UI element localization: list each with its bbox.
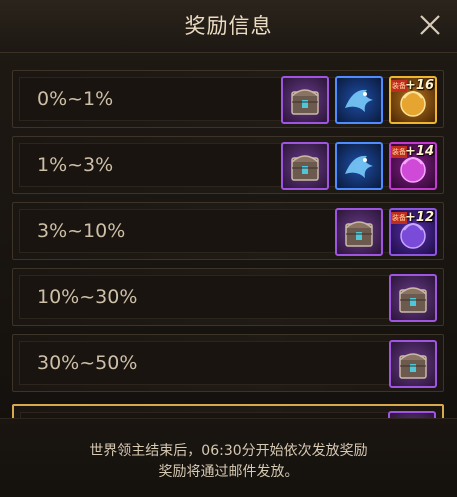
- enhance-level-badge: +14: [405, 144, 434, 159]
- reward-tier-row[interactable]: 3%~10% 装备 +12: [12, 202, 444, 260]
- rank-range-label: 1%~3%: [37, 154, 114, 176]
- treasure-chest-icon[interactable]: [281, 142, 329, 190]
- treasure-chest-icon[interactable]: [281, 76, 329, 124]
- treasure-chest-icon[interactable]: [388, 411, 436, 418]
- magenta-orb-icon[interactable]: 装备 +14: [389, 142, 437, 190]
- enhance-level-badge: +12: [405, 210, 434, 225]
- footer-line-2: 奖励将通过邮件发放。: [158, 464, 299, 480]
- rank-range-label: 30%~50%: [37, 352, 138, 374]
- reward-tier-row[interactable]: 30%~50%: [12, 334, 444, 392]
- close-icon[interactable]: [417, 12, 443, 38]
- reward-tier-row[interactable]: 10%~30%: [12, 268, 444, 326]
- reward-icons: 装备 +14: [281, 142, 437, 190]
- reward-tier-row[interactable]: [12, 404, 444, 418]
- reward-icons: [389, 274, 437, 322]
- dialog-header: 奖励信息: [0, 0, 457, 53]
- footer-line-1: 世界领主结束后，06:30分开始依次发放奖励: [89, 443, 368, 459]
- reward-tier-row[interactable]: 0%~1% 装备 +16: [12, 70, 444, 128]
- violet-orb-icon[interactable]: 装备 +12: [389, 208, 437, 256]
- rank-range-label: 3%~10%: [37, 220, 126, 242]
- reward-tier-list[interactable]: 0%~1% 装备 +16 1%~3% 装备 +14 3%~10% 装备 +12 10%~30% 30…: [0, 52, 457, 418]
- reward-icons: 装备 +12: [335, 208, 437, 256]
- treasure-chest-icon[interactable]: [389, 340, 437, 388]
- footer-notice: 世界领主结束后，06:30分开始依次发放奖励 奖励将通过邮件发放。: [0, 418, 457, 497]
- treasure-chest-icon[interactable]: [389, 274, 437, 322]
- reward-icons: [388, 411, 436, 418]
- reward-icons: [389, 340, 437, 388]
- rank-range-label: 10%~30%: [37, 286, 138, 308]
- reward-icons: 装备 +16: [281, 76, 437, 124]
- enhance-level-badge: +16: [405, 78, 434, 93]
- rank-range-label: 0%~1%: [37, 88, 114, 110]
- dialog-title: 奖励信息: [184, 14, 273, 38]
- blue-wyvern-icon[interactable]: [335, 76, 383, 124]
- gold-orb-icon[interactable]: 装备 +16: [389, 76, 437, 124]
- blue-wyvern-icon[interactable]: [335, 142, 383, 190]
- treasure-chest-icon[interactable]: [335, 208, 383, 256]
- reward-tier-row[interactable]: 1%~3% 装备 +14: [12, 136, 444, 194]
- reward-info-dialog: 奖励信息 0%~1% 装备 +16 1%~3% 装备 +14 3%~10% 装备 +12 10%~…: [0, 0, 457, 497]
